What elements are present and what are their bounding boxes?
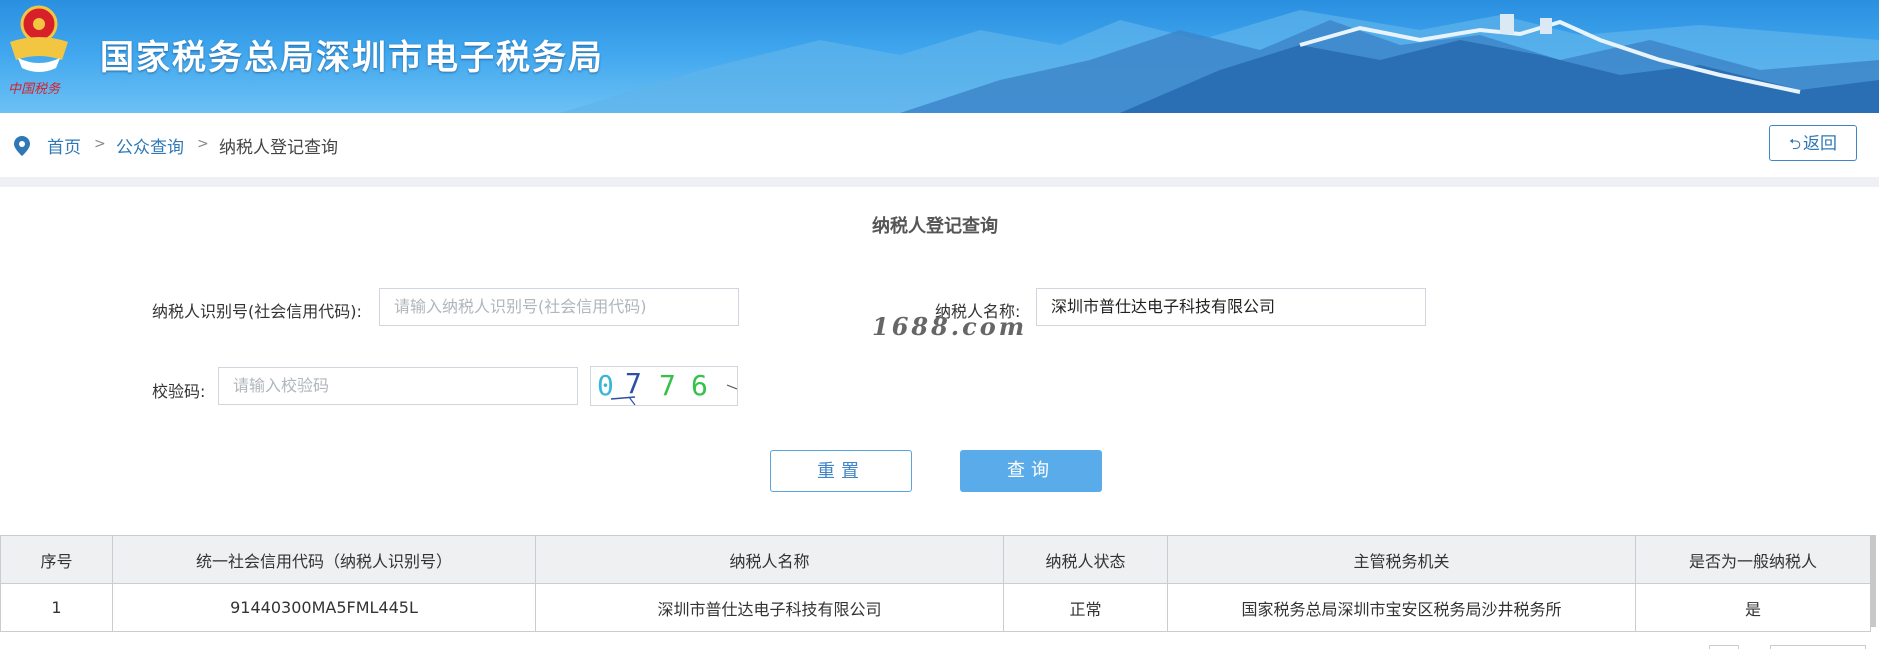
cell-tax-authority: 国家税务总局深圳市宝安区税务局沙井税务所 (1167, 583, 1636, 632)
back-button-label: 返回 (1803, 134, 1837, 154)
breadcrumb: 首页 > 公众查询 > 纳税人登记查询 ⮌ 返回 (0, 113, 1879, 177)
captcha-label: 校验码: (152, 382, 206, 401)
captcha-image[interactable]: 0 7 7 6 (590, 366, 738, 406)
cell-general-taxpayer: 是 (1635, 583, 1871, 632)
undo-arrow-icon: ⮌ (1788, 135, 1801, 153)
results-table: 序号 统一社会信用代码（纳税人识别号） 纳税人名称 纳税人状态 主管税务机关 是… (0, 535, 1871, 632)
cell-status: 正常 (1003, 583, 1168, 632)
form-title: 纳税人登记查询 (872, 216, 998, 237)
breadcrumb-current: 纳税人登记查询 (219, 138, 338, 158)
breadcrumb-separator: > (197, 136, 209, 152)
breadcrumb-separator: > (94, 136, 106, 152)
emblem-caption: 中国税务 (8, 82, 61, 97)
column-header-taxpayer-name: 纳税人名称 (535, 535, 1004, 584)
query-button[interactable]: 查询 (960, 450, 1102, 492)
tax-emblem-logo: 中国税务 (4, 2, 74, 98)
column-header-general-taxpayer: 是否为一般纳税人 (1635, 535, 1871, 584)
table-row[interactable]: 1 91440300MA5FML445L 深圳市普仕达电子科技有限公司 正常 国… (0, 583, 1871, 632)
taxpayer-id-input[interactable]: 请输入纳税人识别号(社会信用代码) (379, 288, 739, 326)
column-header-status: 纳税人状态 (1003, 535, 1168, 584)
captcha-input[interactable]: 请输入校验码 (218, 367, 578, 405)
captcha-noise-lines (610, 384, 737, 405)
header-banner: 中国税务 国家税务总局深圳市电子税务局 (0, 0, 1879, 113)
cell-credit-code: 91440300MA5FML445L (112, 583, 536, 632)
site-title: 国家税务总局深圳市电子税务局 (100, 38, 604, 78)
column-header-tax-authority: 主管税务机关 (1167, 535, 1636, 584)
back-button[interactable]: ⮌ 返回 (1769, 125, 1857, 161)
watermark: 1688.com (872, 312, 1028, 341)
cell-index: 1 (0, 583, 113, 632)
location-pin-icon (14, 136, 30, 156)
breadcrumb-public-query[interactable]: 公众查询 (116, 133, 184, 158)
breadcrumb-home[interactable]: 首页 (47, 133, 81, 158)
cell-taxpayer-name: 深圳市普仕达电子科技有限公司 (535, 583, 1004, 632)
table-header-row: 序号 统一社会信用代码（纳税人识别号） 纳税人名称 纳税人状态 主管税务机关 是… (0, 535, 1871, 584)
pagination-fragment[interactable] (1770, 645, 1866, 649)
column-header-index: 序号 (0, 535, 113, 584)
reset-button[interactable]: 重置 (770, 450, 912, 492)
taxpayer-name-input[interactable]: 深圳市普仕达电子科技有限公司 (1036, 288, 1426, 326)
table-scrollbar[interactable] (1870, 535, 1876, 627)
pagination-fragment[interactable] (1709, 645, 1739, 649)
taxpayer-id-label: 纳税人识别号(社会信用代码): (152, 302, 362, 321)
section-divider (0, 177, 1879, 187)
column-header-credit-code: 统一社会信用代码（纳税人识别号） (112, 535, 536, 584)
